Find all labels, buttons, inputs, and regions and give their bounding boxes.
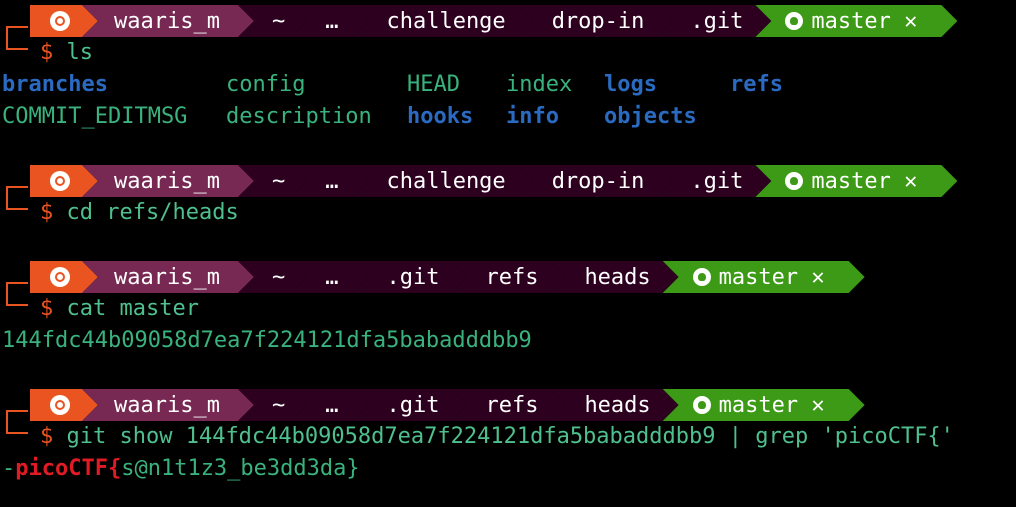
prompt-symbol: $: [40, 40, 54, 65]
path-part: challenge: [386, 168, 506, 194]
path-part: .git: [690, 168, 744, 194]
path-part: drop-in: [551, 168, 645, 194]
git-segment: master ✕: [755, 165, 957, 197]
list-item: index: [506, 72, 573, 97]
user-segment: waaris_m: [82, 261, 254, 293]
github-icon: [785, 12, 803, 30]
ubuntu-icon: [50, 267, 70, 287]
command-text: git show 144fdc44b09058d7ea7f224121dfa5b…: [66, 424, 954, 449]
path-segment: refs: [451, 261, 566, 293]
list-item: logs: [604, 72, 657, 97]
path-ellipsis: …: [325, 168, 339, 194]
path-part: heads: [584, 392, 651, 418]
command-line: $ git show 144fdc44b09058d7ea7f224121dfa…: [40, 421, 954, 453]
path-part: heads: [584, 264, 651, 290]
list-item: COMMIT_EDITMSG: [2, 104, 188, 129]
grep-rest: s@n1t1z3_be3dd3da}: [121, 456, 360, 481]
path-part: drop-in: [551, 8, 645, 34]
path-segment: challenge: [352, 5, 533, 37]
path-segment: refs: [451, 389, 566, 421]
username: waaris_m: [114, 8, 220, 34]
git-segment: master ✕: [663, 389, 865, 421]
path-ellipsis: …: [325, 264, 339, 290]
path-part: challenge: [386, 8, 506, 34]
path-home: ~: [271, 392, 286, 418]
branch-name: master: [718, 392, 799, 418]
username: waaris_m: [114, 168, 220, 194]
grep-prefix: -: [2, 456, 16, 481]
github-icon: [785, 172, 803, 190]
path-segment: drop-in: [518, 5, 673, 37]
command-line: $ cat master: [40, 293, 199, 325]
command-text: ls: [66, 40, 94, 65]
path-segment: challenge: [352, 165, 533, 197]
prompt-symbol: $: [40, 424, 54, 449]
command-line: $ cd refs/heads: [40, 197, 239, 229]
command-text: cat master: [66, 296, 199, 321]
branch-status-icon: ✕: [904, 168, 918, 194]
list-item: refs: [730, 72, 783, 97]
terminal-window[interactable]: waaris_m ~ … challenge drop-in .git mast…: [0, 0, 1016, 507]
branch-name: master: [811, 168, 891, 194]
grep-output: -picoCTF{s@n1t1z3_be3dd3da}: [2, 453, 360, 485]
path-part: refs: [485, 392, 539, 418]
branch-status-icon: ✕: [811, 392, 825, 418]
git-segment: master ✕: [663, 261, 865, 293]
path-ellipsis: …: [325, 392, 339, 418]
path-part: .git: [386, 392, 440, 418]
path-segment: .git: [656, 5, 771, 37]
list-item: info: [506, 104, 559, 129]
path-segment: heads: [550, 389, 678, 421]
branch-name: master: [718, 264, 799, 290]
ubuntu-icon: [50, 171, 70, 191]
prompt-symbol: $: [40, 200, 54, 225]
user-segment: waaris_m: [82, 389, 254, 421]
prompt-bar: waaris_m ~ … challenge drop-in .git mast…: [30, 5, 957, 37]
ubuntu-icon: [50, 395, 70, 415]
path-home: ~: [271, 264, 286, 290]
path-home: ~: [271, 168, 286, 194]
command-text: cd refs/heads: [66, 200, 239, 225]
cat-output: 144fdc44b09058d7ea7f224121dfa5babadddbb9: [2, 328, 532, 353]
prompt-symbol: $: [40, 296, 54, 321]
prompt-bar: waaris_m ~ … .git refs heads master ✕: [30, 389, 865, 421]
user-segment: waaris_m: [82, 5, 254, 37]
username: waaris_m: [114, 392, 220, 418]
path-home: ~: [271, 8, 286, 34]
list-item: description: [226, 104, 372, 129]
branch-status-icon: ✕: [811, 264, 825, 290]
branch-status-icon: ✕: [904, 8, 918, 34]
prompt-bar: waaris_m ~ … challenge drop-in .git mast…: [30, 165, 957, 197]
prompt-connector: [6, 282, 28, 306]
github-icon: [693, 268, 711, 286]
path-segment: .git: [352, 261, 467, 293]
prompt-connector: [6, 26, 28, 50]
prompt-connector: [6, 186, 28, 210]
path-part: refs: [485, 264, 539, 290]
list-item: hooks: [407, 104, 474, 129]
username: waaris_m: [114, 264, 220, 290]
ubuntu-icon: [50, 11, 70, 31]
path-segment: drop-in: [518, 165, 673, 197]
branch-name: master: [811, 8, 891, 34]
path-segment: .git: [352, 389, 467, 421]
prompt-bar: waaris_m ~ … .git refs heads master ✕: [30, 261, 865, 293]
github-icon: [693, 396, 711, 414]
list-item: HEAD: [407, 72, 460, 97]
list-item: objects: [604, 104, 697, 129]
grep-match: picoCTF{: [15, 456, 122, 481]
path-part: .git: [386, 264, 440, 290]
list-item: config: [226, 72, 306, 97]
path-segment: heads: [550, 261, 678, 293]
path-part: .git: [690, 8, 744, 34]
user-segment: waaris_m: [82, 165, 254, 197]
path-segment: .git: [656, 165, 771, 197]
list-item: branches: [2, 72, 108, 97]
git-segment: master ✕: [755, 5, 957, 37]
command-line: $ ls: [40, 37, 93, 69]
path-ellipsis: …: [325, 8, 339, 34]
prompt-connector: [6, 410, 28, 434]
